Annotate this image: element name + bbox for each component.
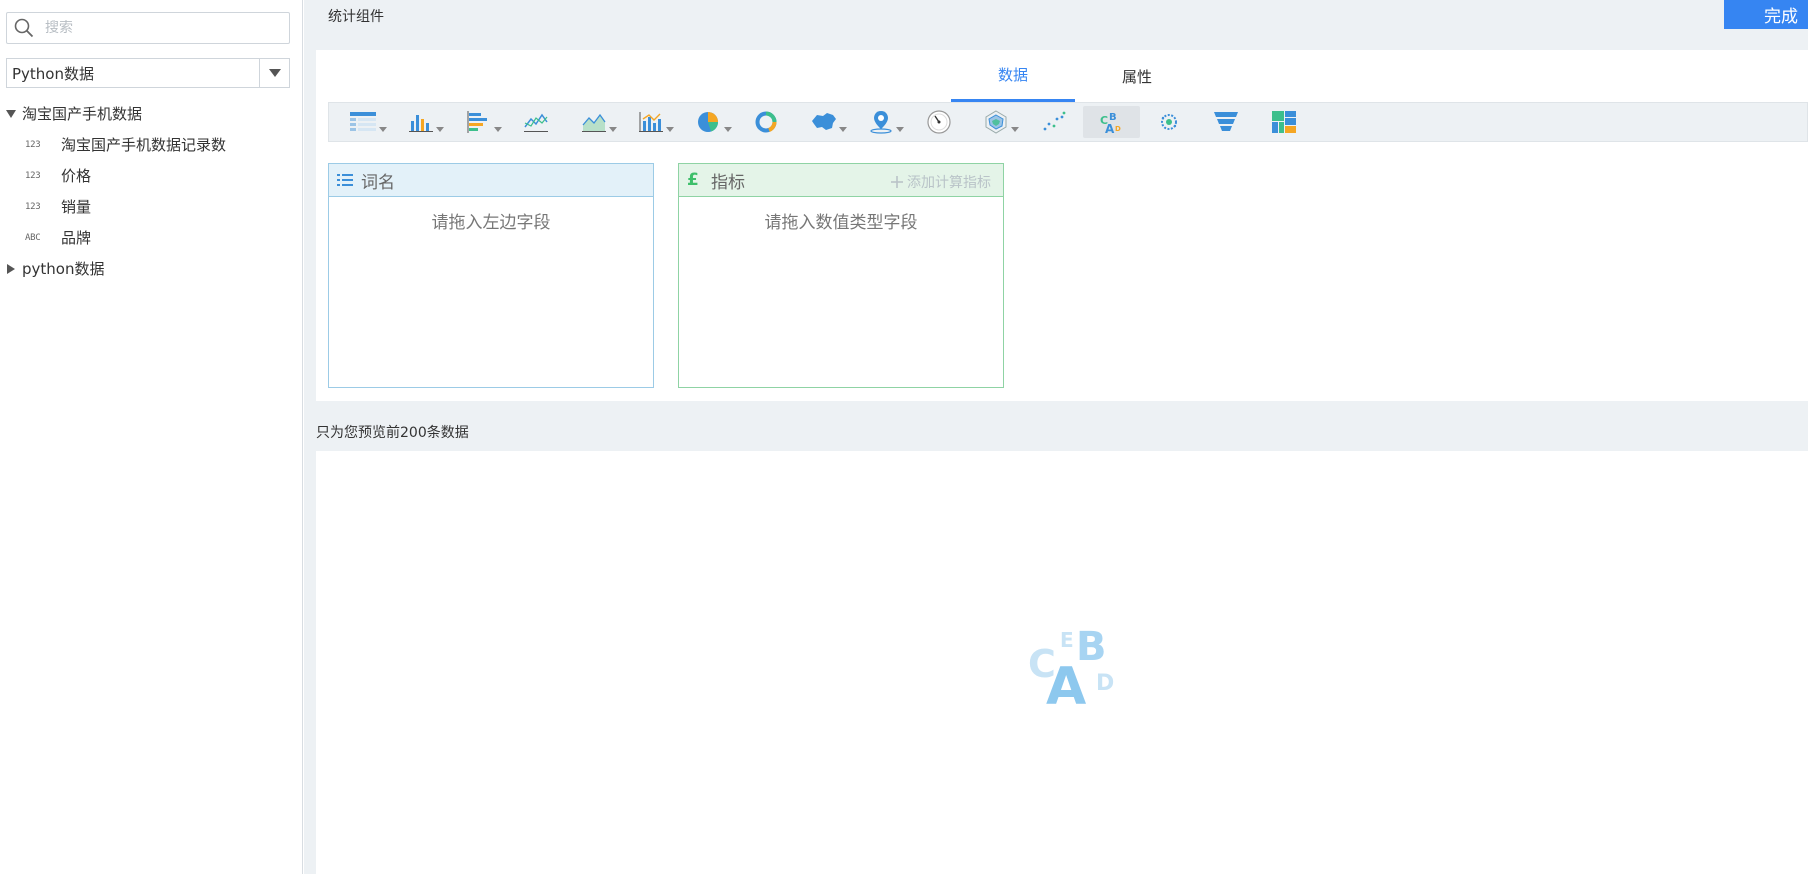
caret-right-icon[interactable]	[0, 263, 22, 274]
search-input[interactable]	[45, 20, 275, 36]
location-map-icon	[870, 111, 892, 134]
field-label: 淘宝国产手机数据记录数	[61, 136, 227, 154]
dropdown-arrow-icon	[378, 127, 387, 132]
pie-chart-icon	[697, 112, 718, 132]
dropdown-arrow-icon	[1011, 127, 1019, 132]
tool-pie-chart[interactable]	[680, 106, 738, 138]
plus-icon	[891, 176, 903, 188]
field-item[interactable]: 123 销量	[0, 191, 300, 222]
field-tree: 淘宝国产手机数据 123 淘宝国产手机数据记录数 123 价格 123 销量 A…	[0, 98, 300, 284]
tool-map-chart[interactable]	[795, 106, 853, 138]
horizontal-bar-chart-icon	[467, 111, 487, 133]
field-label: 价格	[61, 167, 92, 185]
search-box	[6, 12, 290, 44]
add-calc-label: 添加计算指标	[907, 175, 991, 191]
word-cloud-icon: C B A D	[1100, 112, 1121, 135]
chevron-down-icon	[268, 69, 281, 77]
tree-group-taobao[interactable]: 淘宝国产手机数据	[0, 98, 300, 129]
text-type-icon: ABC	[25, 232, 41, 243]
caret-down-icon[interactable]	[0, 109, 22, 118]
tool-donut-chart[interactable]	[738, 106, 796, 138]
tool-force-graph[interactable]	[1140, 106, 1198, 138]
gauge-chart-icon	[927, 110, 951, 134]
tool-funnel-chart[interactable]	[1198, 106, 1256, 138]
metric-header: £ 指标 添加计算指标	[679, 164, 1003, 197]
table-chart-icon	[349, 112, 376, 131]
search-icon	[14, 18, 34, 38]
dropdown-arrow-icon	[608, 127, 617, 132]
svg-text:E: E	[1060, 628, 1074, 652]
number-type-icon: 123	[25, 139, 41, 150]
field-label: 品牌	[61, 229, 92, 247]
add-calc-metric-button[interactable]: 添加计算指标	[891, 172, 991, 192]
tab-bar: 数据 属性	[316, 50, 1808, 102]
tool-line-chart[interactable]	[508, 106, 566, 138]
radar-chart-icon	[985, 110, 1007, 134]
chart-type-toolbar: C B A D	[328, 102, 1808, 142]
funnel-chart-icon	[1214, 112, 1239, 131]
area-chart-icon	[581, 113, 606, 132]
datasource-selected: Python数据	[12, 64, 94, 83]
svg-text:A: A	[1105, 122, 1115, 135]
bar-chart-icon	[409, 115, 434, 132]
tree-group-python[interactable]: python数据	[0, 253, 300, 284]
dimension-hint: 请拖入左边字段	[431, 213, 551, 233]
line-chart-icon	[524, 113, 549, 132]
tool-gauge-chart[interactable]	[910, 106, 968, 138]
field-label: 销量	[61, 198, 92, 216]
dropdown-arrow-icon	[896, 127, 904, 132]
datasource-select[interactable]: Python数据	[6, 58, 290, 88]
list-icon	[337, 173, 353, 187]
number-type-icon: 123	[25, 170, 41, 181]
tool-combo-chart[interactable]	[623, 106, 681, 138]
svg-text:D: D	[1096, 671, 1114, 696]
number-type-icon: 123	[25, 201, 41, 212]
dropdown-arrow-icon	[493, 127, 502, 132]
word-cloud-placeholder-icon: C E B A D	[1028, 624, 1114, 712]
metric-title: 指标	[711, 172, 745, 193]
donut-chart-icon	[755, 111, 777, 133]
svg-text:D: D	[1115, 125, 1121, 133]
scatter-chart-icon	[1043, 111, 1066, 131]
force-graph-icon	[1160, 114, 1177, 130]
tool-location-map[interactable]	[853, 106, 911, 138]
preview-area: C E B A D	[316, 451, 1808, 874]
tool-scatter-chart[interactable]	[1025, 106, 1083, 138]
tree-group-label: 淘宝国产手机数据	[22, 105, 143, 123]
dropdown-arrow-icon	[436, 127, 444, 132]
config-panel: 数据 属性 C B A D 词名 请拖入左边字段 £ 指标 添加计算指标 请拖入…	[316, 50, 1808, 401]
dimension-drop-zone[interactable]: 词名 请拖入左边字段	[328, 163, 654, 388]
dropdown-button[interactable]	[259, 59, 289, 87]
tree-group-label: python数据	[22, 260, 105, 278]
field-item[interactable]: 123 价格	[0, 160, 300, 191]
preview-note: 只为您预览前200条数据	[316, 425, 469, 441]
tool-rect-tree[interactable]	[1255, 106, 1313, 138]
tool-area-chart[interactable]	[565, 106, 623, 138]
page-title: 统计组件	[328, 9, 384, 25]
svg-text:A: A	[1046, 657, 1086, 712]
dropdown-arrow-icon	[838, 127, 847, 132]
field-sidebar: Python数据 淘宝国产手机数据 123 淘宝国产手机数据记录数 123 价格…	[0, 0, 303, 874]
tool-bar-chart[interactable]	[393, 106, 451, 138]
tool-word-cloud[interactable]: C B A D	[1082, 106, 1140, 138]
metric-icon: £	[687, 170, 699, 190]
combo-chart-icon	[639, 112, 664, 132]
dropdown-arrow-icon	[723, 127, 732, 132]
tab-properties[interactable]: 属性	[1075, 50, 1199, 102]
map-chart-icon	[811, 113, 836, 130]
dimension-header: 词名	[329, 164, 653, 197]
metric-drop-zone[interactable]: £ 指标 添加计算指标 请拖入数值类型字段	[678, 163, 1004, 388]
rect-tree-icon	[1271, 111, 1296, 133]
tool-table-chart[interactable]	[335, 106, 393, 138]
dropdown-arrow-icon	[666, 127, 674, 132]
tool-horizontal-bar-chart[interactable]	[450, 106, 508, 138]
metric-hint: 请拖入数值类型字段	[764, 213, 918, 233]
tool-radar-chart[interactable]	[968, 106, 1026, 138]
field-item[interactable]: ABC 品牌	[0, 222, 300, 253]
dimension-title: 词名	[361, 172, 395, 193]
main-area: 统计组件 完成 数据 属性 C B A D 词名 请拖入左边字段 £ 指标 添加…	[304, 0, 1808, 874]
tab-data[interactable]: 数据	[951, 50, 1075, 102]
field-item[interactable]: 123 淘宝国产手机数据记录数	[0, 129, 300, 160]
done-button[interactable]: 完成	[1724, 0, 1808, 29]
